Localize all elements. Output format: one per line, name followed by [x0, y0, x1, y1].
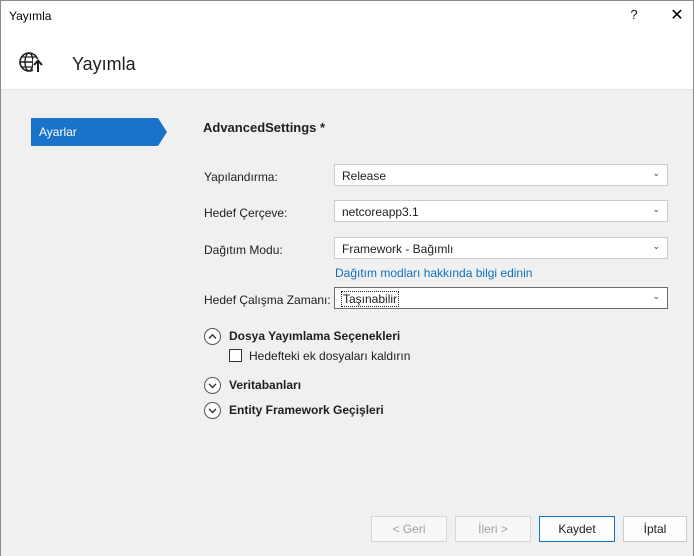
target-runtime-select[interactable]: Taşınabilir ⌄	[334, 287, 668, 309]
chevron-down-icon: ⌄	[652, 204, 660, 214]
target-runtime-label: Hedef Çalışma Zamanı:	[204, 293, 331, 307]
chevron-up-icon[interactable]	[204, 328, 221, 345]
save-button[interactable]: Kaydet	[539, 516, 615, 542]
chevron-down-icon: ⌄	[652, 291, 660, 301]
window-title: Yayımla	[9, 9, 52, 23]
header-title: Yayımla	[72, 54, 136, 74]
help-button[interactable]: ?	[626, 7, 642, 25]
target-framework-select[interactable]: netcoreapp3.1 ⌄	[334, 200, 668, 222]
remove-extra-files-checkbox[interactable]	[229, 349, 242, 362]
group-label: Veritabanları	[229, 378, 302, 392]
publish-dialog: Yayımla ? ✕ Yayımla Ayarlar AdvancedSett…	[0, 0, 694, 556]
target-runtime-value: Taşınabilir	[340, 291, 400, 307]
group-label: Entity Framework Geçişleri	[229, 403, 384, 417]
selection-arrow	[158, 118, 167, 146]
configuration-value: Release	[342, 169, 387, 183]
deployment-mode-label: Dağıtım Modu:	[204, 243, 283, 257]
chevron-down-icon: ⌄	[652, 241, 660, 251]
configuration-select[interactable]: Release ⌄	[334, 164, 668, 186]
target-framework-label: Hedef Çerçeve:	[204, 206, 288, 220]
deployment-modes-link[interactable]: Dağıtım modları hakkında bilgi edinin	[335, 266, 532, 280]
configuration-label: Yapılandırma:	[204, 170, 278, 184]
group-label: Dosya Yayımlama Seçenekleri	[229, 329, 401, 343]
chevron-down-icon[interactable]	[204, 402, 221, 419]
checkbox-label: Hedefteki ek dosyaları kaldırın	[249, 349, 411, 363]
title-bar: Yayımla ? ✕	[1, 1, 693, 31]
target-framework-value: netcoreapp3.1	[342, 205, 419, 219]
cancel-button[interactable]: İptal	[623, 516, 687, 542]
back-button[interactable]: < Geri	[371, 516, 447, 542]
close-button[interactable]: ✕	[666, 5, 688, 27]
globe-publish-icon	[19, 50, 45, 74]
next-button[interactable]: İleri >	[455, 516, 531, 542]
deployment-mode-select[interactable]: Framework - Bağımlı ⌄	[334, 237, 668, 259]
sidebar-item-ayarlar[interactable]: Ayarlar	[31, 118, 167, 146]
sidebar-item-label: Ayarlar	[39, 125, 77, 139]
chevron-down-icon: ⌄	[652, 168, 660, 178]
chevron-down-icon[interactable]	[204, 377, 221, 394]
dialog-header: Yayımla	[1, 32, 693, 90]
section-title: AdvancedSettings *	[203, 120, 326, 135]
dialog-body: Ayarlar AdvancedSettings * Yapılandırma:…	[1, 90, 693, 556]
deployment-mode-value: Framework - Bağımlı	[342, 242, 454, 256]
